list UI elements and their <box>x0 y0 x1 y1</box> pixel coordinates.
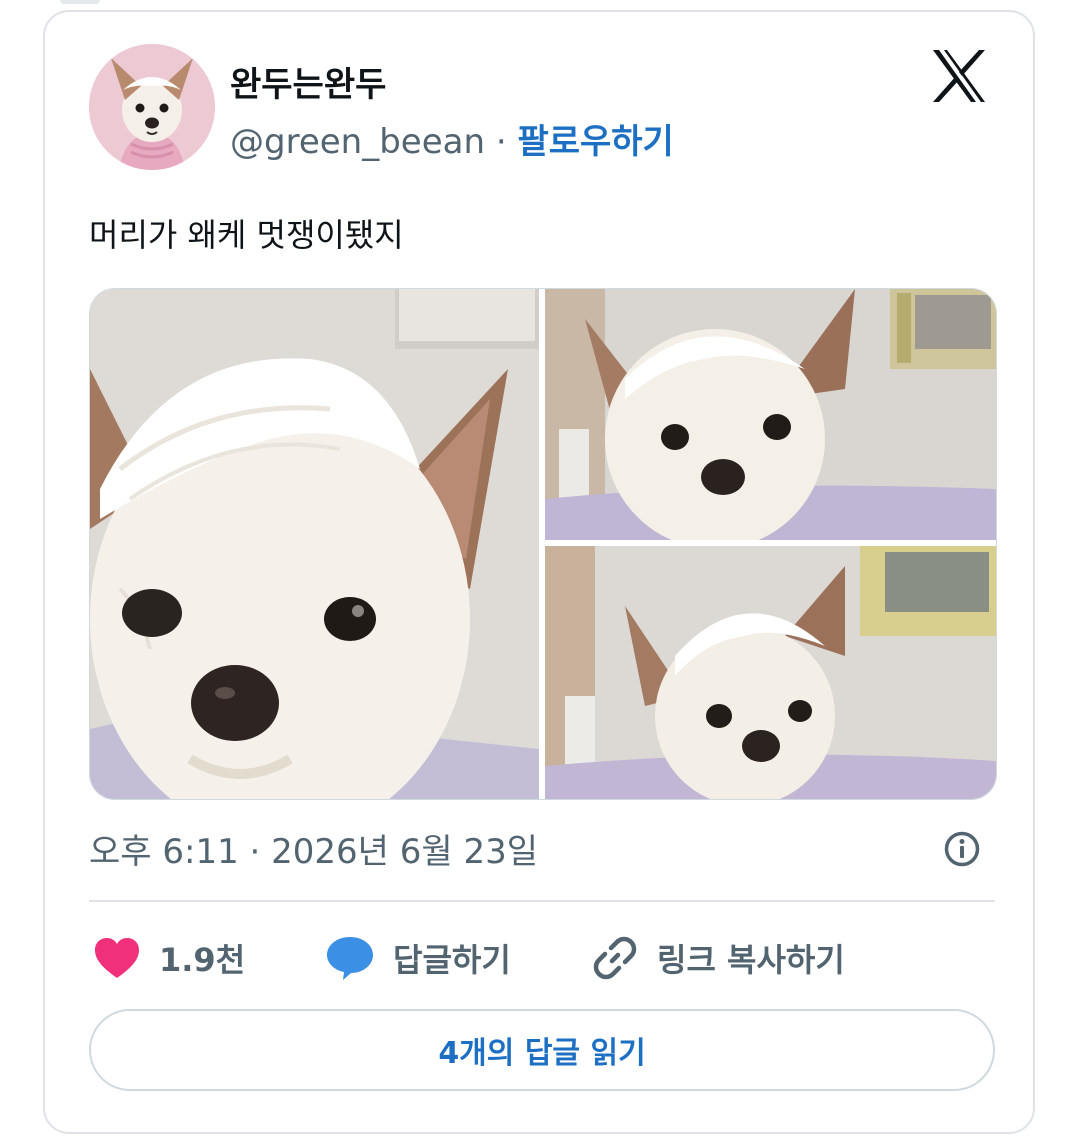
copy-link-button[interactable]: 링크 복사하기 <box>591 930 845 986</box>
timestamp[interactable]: 오후 6:11 · 2026년 6월 23일 <box>89 824 538 873</box>
avatar[interactable] <box>89 44 215 170</box>
reply-button[interactable]: 답글하기 <box>325 930 511 986</box>
media-grid <box>89 288 997 800</box>
x-logo-icon[interactable] <box>929 46 989 106</box>
handle-row: @green_beean · 팔로우하기 <box>230 114 674 163</box>
divider <box>89 900 995 902</box>
like-button[interactable]: 1.9천 <box>93 930 245 986</box>
copy-link-label: 링크 복사하기 <box>657 941 845 979</box>
photo-3[interactable] <box>545 546 996 799</box>
speech-bubble-icon <box>327 937 373 980</box>
read-replies-button[interactable]: 4개의 답글 읽기 <box>89 1009 995 1091</box>
tweet-text: 머리가 왜케 멋쟁이됐지 <box>89 216 404 254</box>
handle[interactable]: @green_beean <box>230 122 485 162</box>
reply-label: 답글하기 <box>393 941 511 979</box>
follow-button[interactable]: 팔로우하기 <box>517 122 673 162</box>
link-icon <box>593 936 637 980</box>
like-count: 1.9천 <box>159 941 246 979</box>
display-name[interactable]: 완두는완두 <box>230 57 386 106</box>
action-bar: 1.9천 답글하기 링크 복사하기 <box>89 930 995 986</box>
info-icon[interactable] <box>943 830 981 868</box>
previous-card-edge <box>60 0 100 4</box>
embedded-tweet-card[interactable]: 완두는완두 @green_beean · 팔로우하기 머리가 왜케 멋쟁이됐지 <box>43 10 1035 1134</box>
separator-dot: · <box>495 122 507 162</box>
heart-icon <box>95 938 139 978</box>
photo-2[interactable] <box>545 289 996 540</box>
photo-1[interactable] <box>90 289 539 799</box>
